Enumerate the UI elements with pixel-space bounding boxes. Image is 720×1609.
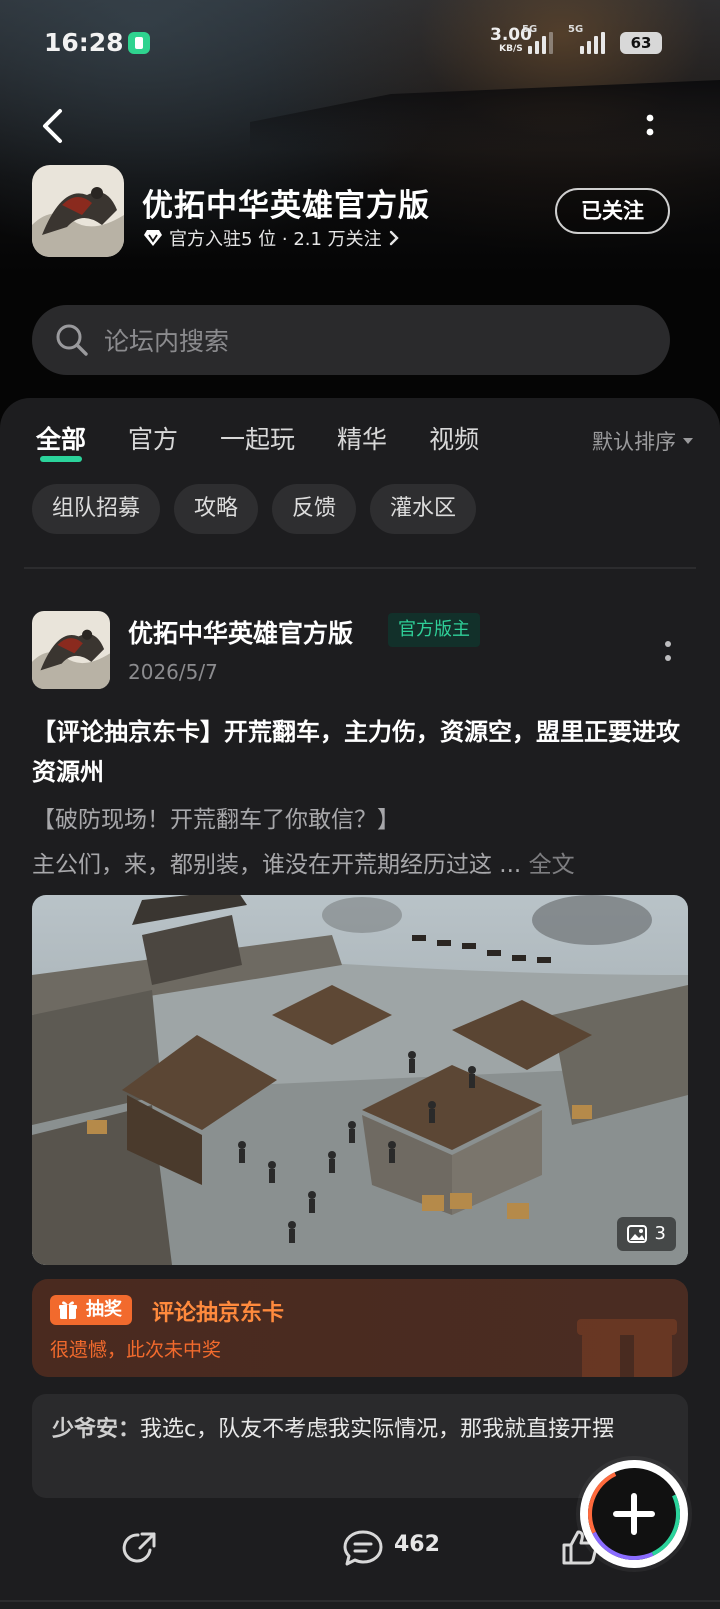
comment-count: 462 <box>394 1532 440 1557</box>
post-excerpt-line1[interactable]: 【破防现场！开荒翻车了你敢信？】 <box>32 800 400 834</box>
share-icon[interactable] <box>120 1528 160 1568</box>
forum-meta-text: 官方入驻5 位 · 2.1 万关注 <box>169 229 382 250</box>
chip-feedback[interactable]: 反馈 <box>272 484 357 534</box>
image-icon <box>626 1225 647 1243</box>
sim2-network-tag: 5G <box>568 24 584 35</box>
tab-featured[interactable]: 精华 <box>337 420 387 456</box>
signal-sim2-icon: 5G <box>568 24 605 54</box>
tab-play-together[interactable]: 一起玩 <box>220 420 295 456</box>
image-count-badge: 3 <box>616 1217 676 1251</box>
tab-official[interactable]: 官方 <box>128 420 178 456</box>
tab-all[interactable]: 全部 <box>36 420 86 462</box>
sort-dropdown[interactable]: 默认排序 <box>592 426 694 456</box>
comment-text: 我选c，队友不考虑我实际情况，那我就直接开摆 <box>140 1417 615 1442</box>
post-image[interactable]: 3 <box>32 895 688 1265</box>
post-title[interactable]: 【评论抽京东卡】开荒翻车，主力伤，资源空，盟里正要进攻资源州 <box>32 712 692 792</box>
topic-chips: 组队招募 攻略 反馈 灌水区 <box>32 484 477 534</box>
signal-sim1-icon: 5G <box>522 24 553 54</box>
bottom-divider <box>0 1600 720 1602</box>
caret-down-icon <box>683 438 693 444</box>
post-excerpt-text: 主公们，来，都别装，谁没在开荒期经历过这 ... <box>32 852 522 878</box>
lottery-title: 评论抽京东卡 <box>152 1301 285 1326</box>
tab-video[interactable]: 视频 <box>429 420 479 456</box>
search-placeholder: 论坛内搜索 <box>104 327 230 356</box>
battery-icon: 63 <box>620 32 662 54</box>
chip-chat-zone[interactable]: 灌水区 <box>370 484 477 534</box>
moderator-badge: 官方版主 <box>388 613 480 647</box>
create-post-button[interactable] <box>580 1460 688 1568</box>
status-time: 16:28 <box>44 28 124 57</box>
post-more-icon[interactable] <box>660 638 676 664</box>
search-icon <box>56 324 88 356</box>
chevron-right-icon <box>389 230 399 246</box>
full-text-link[interactable]: 全文 <box>529 852 575 878</box>
forum-search-input[interactable]: 论坛内搜索 <box>32 305 670 375</box>
status-bar: 16:28 3.00 KB/S 5G 5G 63 <box>0 22 720 62</box>
notification-app-icon <box>128 32 150 54</box>
gift-icon <box>59 1301 77 1319</box>
post-date: 2026/5/7 <box>128 660 218 684</box>
chip-guides[interactable]: 攻略 <box>174 484 259 534</box>
divider <box>24 567 696 569</box>
forum-meta[interactable]: 官方入驻5 位 · 2.1 万关注 <box>143 225 400 251</box>
post-author-name[interactable]: 优拓中华英雄官方版 <box>128 614 353 650</box>
comment-icon[interactable] <box>342 1528 384 1568</box>
category-tabs: 全部 官方 一起玩 精华 视频 <box>36 420 521 462</box>
lottery-result: 很遗憾，此次未中奖 <box>50 1339 222 1361</box>
sort-label: 默认排序 <box>592 430 676 454</box>
forum-avatar[interactable] <box>32 165 124 257</box>
image-count-value: 3 <box>654 1223 666 1244</box>
comment-user: 少爷安： <box>52 1417 141 1442</box>
diamond-icon <box>144 230 162 246</box>
forum-name: 优拓中华英雄官方版 <box>142 188 430 224</box>
follow-button[interactable]: 已关注 <box>555 188 670 234</box>
plus-icon <box>588 1468 680 1560</box>
gift-watermark-icon <box>577 1319 677 1377</box>
post-excerpt-line2[interactable]: 主公们，来，都别装，谁没在开荒期经历过这 ... 全文 <box>32 845 692 879</box>
chip-team-recruit[interactable]: 组队招募 <box>32 484 161 534</box>
lottery-card[interactable]: 抽奖 评论抽京东卡 很遗憾，此次未中奖 <box>32 1279 688 1377</box>
sim1-network-tag: 5G <box>522 24 538 35</box>
post-author-avatar[interactable] <box>32 611 110 689</box>
lottery-tag: 抽奖 <box>50 1295 132 1325</box>
more-options-icon[interactable] <box>640 112 660 142</box>
back-icon[interactable] <box>38 108 68 144</box>
lottery-tag-label: 抽奖 <box>86 1299 122 1320</box>
